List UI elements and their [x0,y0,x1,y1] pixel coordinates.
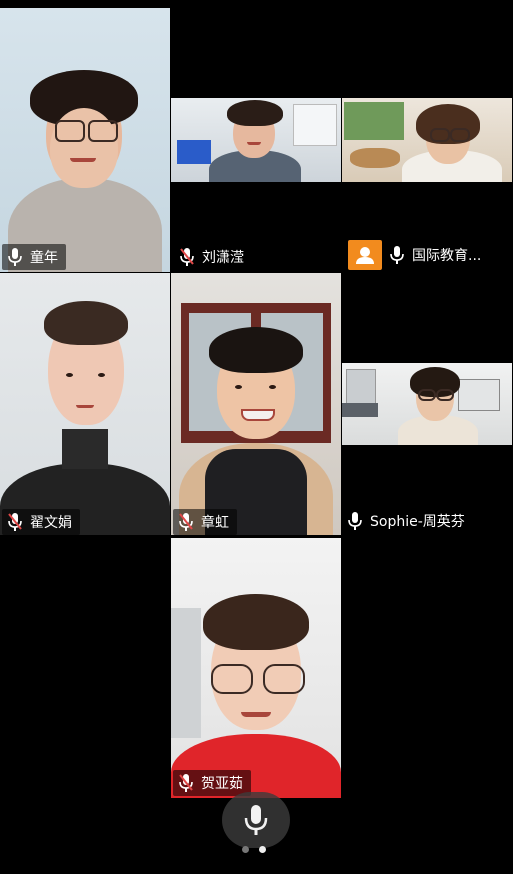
muted-mic-icon [179,513,193,531]
microphone-icon [244,805,268,835]
participant-tile-liuxiaoying[interactable] [171,98,341,182]
participant-name: 童年 [30,250,58,266]
muted-mic-icon [179,774,193,792]
muted-mic-icon [180,248,194,266]
video-feed [0,273,170,535]
participant-label: 童年 [2,244,66,270]
participant-label: 章虹 [173,509,237,535]
muted-mic-icon [8,513,22,531]
video-feed [342,363,512,445]
mic-icon [390,246,404,264]
video-feed [171,273,341,535]
mic-icon [348,512,362,530]
video-feed [0,8,170,272]
participant-name: 刘潇滢 [202,250,244,266]
participant-label: 贺亚茹 [173,770,251,796]
page-dot-2[interactable] [259,846,266,853]
participant-name: 章虹 [201,515,229,531]
participant-tile-heyaru[interactable]: 贺亚茹 [171,538,341,798]
page-dot-1[interactable] [242,846,249,853]
participant-tile-tongnian[interactable]: 童年 [0,8,170,272]
participant-tile-guojijiaoyu[interactable] [342,98,512,182]
mic-toggle-button[interactable] [222,792,290,848]
video-feed [171,538,341,798]
participant-label-guojijiaoyu: 国际教育... [342,240,489,270]
mic-icon [8,248,22,266]
participant-tile-zhaiwenjuan[interactable]: 翟文娟 [0,273,170,535]
participant-label-sophie: Sophie-周英芬 [342,508,473,534]
participant-label-liuxiaoying: 刘潇滢 [174,244,252,270]
participant-name: 国际教育... [412,248,482,264]
participant-name: 贺亚茹 [201,776,243,792]
participant-name: 翟文娟 [30,515,72,531]
video-feed [171,98,341,182]
participant-name: Sophie-周英芬 [370,514,465,530]
participant-tile-sophie[interactable] [342,363,512,445]
page-indicator[interactable] [242,846,266,853]
video-feed [342,98,512,182]
avatar-icon [348,240,382,270]
participant-label: 翟文娟 [2,509,80,535]
participant-tile-zhanghong[interactable]: 章虹 [171,273,341,535]
